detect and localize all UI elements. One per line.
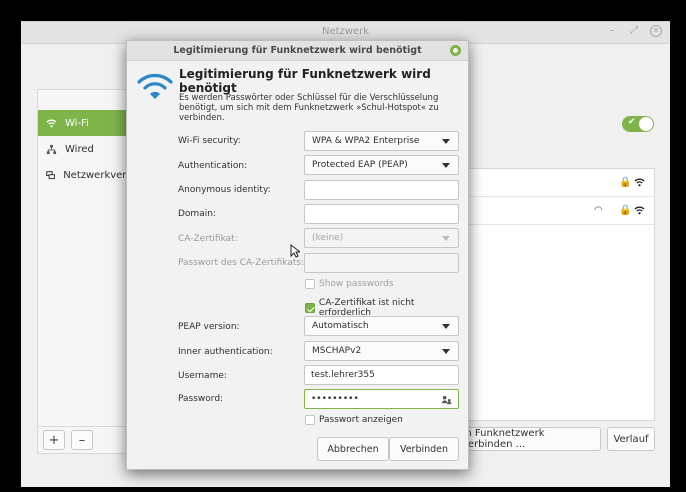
- ca-cert-label: CA-Zertifikat:: [178, 234, 238, 244]
- wifi-toggle[interactable]: ✔: [622, 116, 654, 132]
- ca-not-required-checkbox[interactable]: CA-Zertifikat ist nicht erforderlich: [305, 298, 468, 318]
- sidebar-toolbar: + –: [37, 426, 137, 454]
- dialog-close-button[interactable]: [450, 45, 461, 56]
- checkbox-box: [305, 279, 315, 289]
- authentication-label: Authentication:: [178, 161, 248, 171]
- check-icon: ✔: [628, 117, 636, 127]
- sidebar-item-wifi[interactable]: Wi-Fi: [38, 110, 136, 136]
- cancel-button[interactable]: Abbrechen: [317, 437, 389, 461]
- peap-version-label: PEAP version:: [178, 322, 240, 332]
- vpn-icon: [46, 170, 55, 179]
- show-passwords-checkbox[interactable]: Show passwords: [305, 279, 394, 289]
- wifi-large-icon: [137, 74, 173, 99]
- history-button[interactable]: Verlauf: [607, 427, 655, 451]
- close-button[interactable]: ✕: [650, 25, 662, 37]
- inner-auth-value: MSCHAPv2: [312, 346, 362, 356]
- peap-version-select[interactable]: Automatisch: [304, 316, 459, 336]
- dialog-heading: Legitimierung für Funknetzwerk wird benö…: [179, 67, 431, 95]
- maximize-button[interactable]: ⤢: [628, 25, 640, 37]
- checkbox-box: [305, 303, 315, 313]
- password-input[interactable]: •••••••••: [304, 389, 459, 409]
- wifi-icon: [634, 206, 645, 215]
- authentication-select[interactable]: Protected EAP (PEAP): [304, 155, 459, 175]
- sidebar: Wi-Fi Wired Netzwerkverm: [37, 89, 137, 434]
- minimize-button[interactable]: –: [606, 25, 618, 37]
- toggle-knob: [639, 117, 653, 131]
- list-item[interactable]: ◠ 🔒: [462, 197, 654, 225]
- lock-icon: 🔒: [619, 177, 632, 188]
- wifi-icon: [634, 178, 645, 187]
- anonymous-identity-input[interactable]: [304, 180, 459, 200]
- ca-password-input[interactable]: [304, 253, 459, 273]
- authentication-value: Protected EAP (PEAP): [312, 160, 408, 170]
- chevron-down-icon: [442, 163, 450, 168]
- show-password-checkbox[interactable]: Passwort anzeigen: [305, 415, 403, 425]
- ca-password-label: Passwort des CA-Zertifikats:: [178, 258, 305, 268]
- sidebar-item-vpn[interactable]: Netzwerkverm: [38, 162, 136, 188]
- chevron-down-icon: [442, 324, 450, 329]
- sidebar-item-label: Wired: [65, 143, 94, 155]
- wifi-security-value: WPA & WPA2 Enterprise: [312, 136, 420, 146]
- inner-auth-label: Inner authentication:: [178, 347, 273, 357]
- peap-version-value: Automatisch: [312, 321, 369, 331]
- window-title: Netzwerk: [321, 26, 370, 37]
- password-label: Password:: [178, 394, 224, 404]
- ca-cert-value: (keine): [312, 233, 344, 243]
- ca-not-required-label: CA-Zertifikat ist nicht erforderlich: [318, 298, 415, 318]
- lock-icon: 🔒: [619, 205, 632, 216]
- show-password-label: Passwort anzeigen: [319, 415, 403, 425]
- checkbox-box: [305, 415, 315, 425]
- username-input[interactable]: test.lehrer355: [304, 365, 459, 385]
- wired-icon: [46, 144, 57, 154]
- sidebar-item-wired[interactable]: Wired: [38, 136, 136, 162]
- username-label: Username:: [178, 371, 227, 381]
- dialog-description: Es werden Passwörter oder Schlüssel für …: [179, 93, 439, 123]
- list-item[interactable]: 🔒: [462, 169, 654, 197]
- password-value: •••••••••: [311, 394, 359, 404]
- chevron-down-icon: [442, 349, 450, 354]
- domain-input[interactable]: [304, 204, 459, 224]
- inner-auth-select[interactable]: MSCHAPv2: [304, 341, 459, 361]
- ca-cert-select[interactable]: (keine): [304, 228, 459, 248]
- network-list: 🔒 ◠ 🔒: [461, 168, 655, 421]
- mouse-pointer-icon: [290, 244, 300, 258]
- chevron-down-icon: [442, 236, 450, 241]
- connect-button[interactable]: Verbinden: [389, 437, 459, 461]
- wifi-icon: [46, 119, 57, 127]
- spinner-icon: ◠: [594, 205, 603, 216]
- remove-button[interactable]: –: [71, 430, 93, 450]
- wifi-security-label: Wi-Fi security:: [178, 136, 241, 146]
- chevron-down-icon: [442, 139, 450, 144]
- dialog-title: Legitimierung für Funknetzwerk wird benö…: [173, 45, 422, 56]
- domain-label: Domain:: [178, 209, 216, 219]
- user-key-icon[interactable]: [441, 394, 452, 405]
- sidebar-item-label: Wi-Fi: [65, 117, 89, 129]
- anonymous-identity-label: Anonymous identity:: [178, 185, 271, 195]
- add-button[interactable]: +: [43, 430, 65, 450]
- connect-hidden-network-button[interactable]: m Funknetzwerk verbinden ...: [461, 427, 601, 451]
- show-passwords-label: Show passwords: [319, 279, 394, 289]
- dialog-titlebar: Legitimierung für Funknetzwerk wird benö…: [127, 41, 468, 61]
- wifi-security-select[interactable]: WPA & WPA2 Enterprise: [304, 131, 459, 151]
